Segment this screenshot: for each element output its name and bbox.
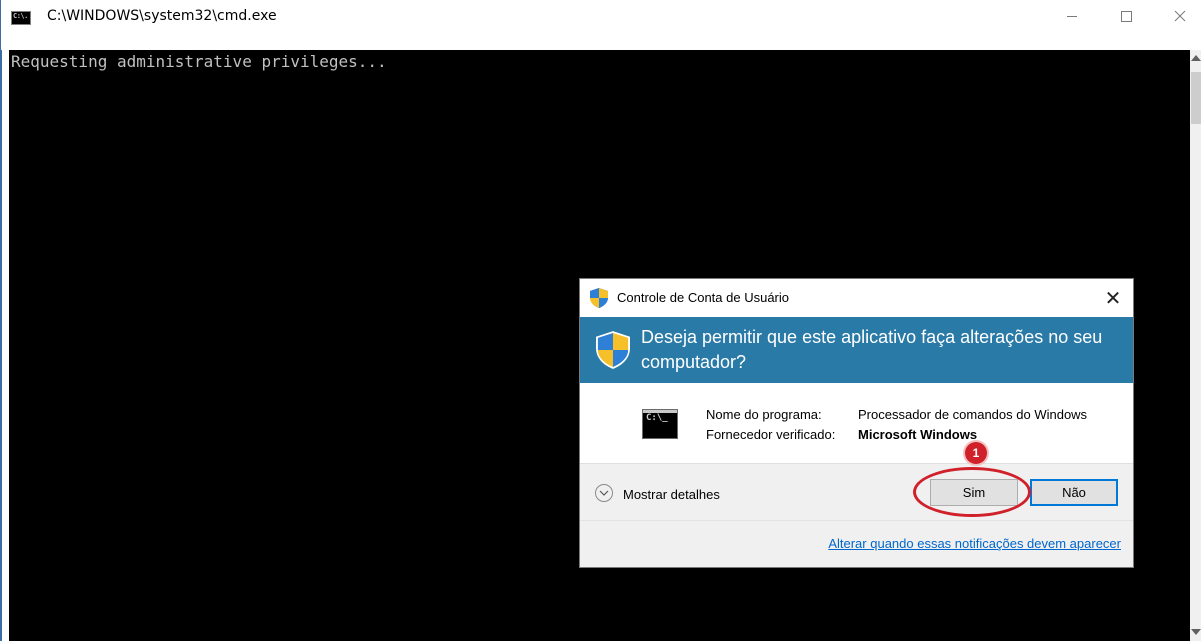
uac-footer: Mostrar detalhes Sim Não Alterar quando … [580, 463, 1133, 567]
step-badge: 1 [965, 442, 987, 464]
program-name-label: Nome do programa: [706, 407, 822, 422]
close-icon [1174, 10, 1186, 22]
uac-close-button[interactable]: ✕ [1100, 285, 1126, 311]
footer-divider [580, 520, 1133, 521]
uac-question: Deseja permitir que este aplicativo faça… [641, 327, 1103, 372]
change-notification-settings-link[interactable]: Alterar quando essas notificações devem … [828, 536, 1121, 551]
uac-dialog: Controle de Conta de Usuário ✕ Deseja pe… [579, 278, 1134, 568]
uac-title-bar: Controle de Conta de Usuário ✕ [580, 279, 1133, 317]
title-bar: C:\. C:\WINDOWS\system32\cmd.exe [1, 0, 1201, 50]
uac-header: Deseja permitir que este aplicativo faça… [580, 317, 1133, 383]
program-icon: C:\_ [642, 409, 678, 439]
program-icon-text: C:\_ [646, 413, 668, 423]
maximize-icon [1120, 10, 1132, 22]
highlight-ring [913, 467, 1031, 517]
console-output: Requesting administrative privileges... [11, 52, 387, 71]
program-name-value: Processador de comandos do Windows [858, 407, 1088, 422]
scroll-up-icon[interactable] [1191, 55, 1201, 61]
publisher-value: Microsoft Windows [858, 427, 978, 442]
maximize-button[interactable] [1103, 0, 1149, 32]
close-button[interactable] [1157, 0, 1201, 32]
cmd-icon-text: C:\. [13, 12, 28, 20]
close-icon: ✕ [1104, 286, 1122, 310]
uac-title: Controle de Conta de Usuário [617, 290, 789, 305]
chevron-down-glyph [599, 490, 609, 496]
no-button[interactable]: Não [1030, 479, 1118, 506]
shield-icon [590, 288, 608, 308]
publisher-row: Fornecedor verificado: Microsoft Windows [706, 427, 977, 442]
chevron-down-icon[interactable] [595, 484, 613, 502]
vertical-scrollbar[interactable] [1190, 50, 1201, 641]
minimize-icon [1067, 15, 1077, 17]
minimize-button[interactable] [1049, 0, 1095, 32]
publisher-label: Fornecedor verificado: [706, 427, 836, 442]
uac-body: C:\_ Nome do programa: Processador de com… [580, 383, 1133, 463]
shield-icon [596, 331, 630, 369]
scroll-thumb[interactable] [1191, 72, 1201, 124]
cmd-icon: C:\. [11, 11, 31, 25]
window-left-edge [1, 50, 9, 641]
show-details-button[interactable]: Mostrar detalhes [623, 487, 720, 502]
program-name-row: Nome do programa: Processador de comandos… [706, 407, 1087, 422]
window-title: C:\WINDOWS\system32\cmd.exe [47, 8, 277, 24]
scroll-down-icon[interactable] [1191, 629, 1201, 635]
